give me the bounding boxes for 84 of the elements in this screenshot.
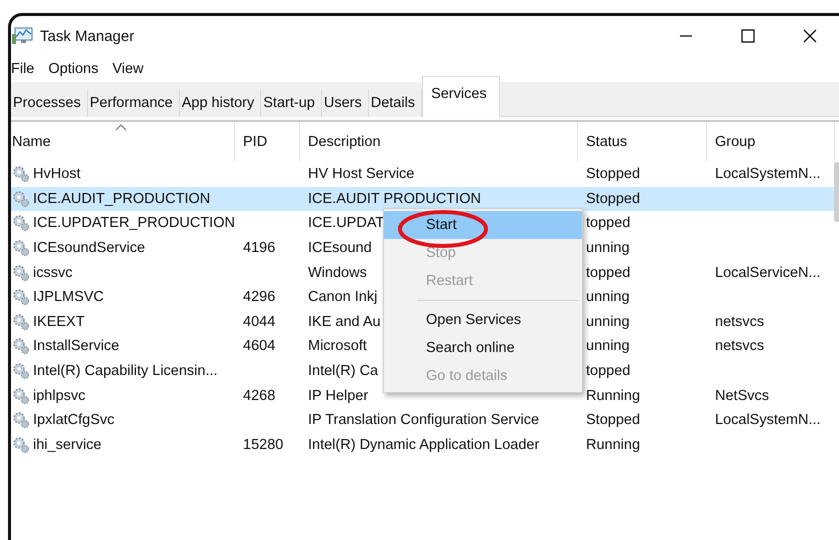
- table-cell: Microsoft: [308, 338, 367, 354]
- table-cell: InstallService: [33, 338, 120, 354]
- context-menu-item[interactable]: Start: [384, 211, 582, 239]
- menu-item[interactable]: View: [112, 61, 150, 77]
- table-cell: IJPLMSVC: [33, 289, 104, 306]
- table-cell: LocalSystemN...: [715, 412, 821, 428]
- table-cell: ICE.AUDIT_PRODUCTION: [33, 190, 210, 207]
- table-cell: NetSvcs: [715, 388, 769, 404]
- tab[interactable]: Performance: [88, 89, 180, 117]
- table-cell: 4604: [243, 338, 276, 354]
- table-cell: 15280: [243, 436, 284, 453]
- window-title: Task Manager: [40, 28, 134, 44]
- tab[interactable]: Details: [368, 89, 422, 117]
- table-cell: Intel(R) Ca: [308, 363, 378, 380]
- table-cell: Intel(R) Dynamic Application Loader: [308, 436, 540, 453]
- table-cell: Stopped: [586, 166, 640, 182]
- table-cell: Canon Inkj: [308, 289, 378, 306]
- tab[interactable]: Users: [322, 89, 369, 117]
- menu-item[interactable]: Options: [48, 61, 104, 77]
- context-menu-item[interactable]: Search online: [384, 334, 582, 362]
- table-cell: HvHost: [33, 166, 81, 182]
- table-cell: HV Host Service: [308, 166, 414, 182]
- service-gear-icon: [12, 165, 30, 184]
- table-cell: ICEsoundService: [33, 240, 146, 256]
- close-icon: [803, 29, 817, 43]
- table-cell: IP Helper: [308, 388, 368, 404]
- table-cell: icssvc: [33, 264, 72, 281]
- service-gear-icon: [12, 288, 30, 306]
- table-cell: Running: [586, 388, 640, 404]
- service-gear-icon: [12, 264, 30, 282]
- table-cell: unning: [586, 240, 630, 256]
- table-cell: 4268: [243, 388, 276, 404]
- table-cell: Stopped: [586, 412, 640, 428]
- column-header[interactable]: PID: [235, 122, 300, 162]
- menu-item[interactable]: File: [11, 61, 40, 77]
- table-cell: ICEsound: [308, 240, 372, 256]
- service-gear-icon: [12, 436, 30, 454]
- tab[interactable]: Services: [422, 76, 500, 117]
- table-cell: topped: [586, 215, 630, 232]
- table-cell: unning: [586, 338, 630, 354]
- service-gear-icon: [12, 362, 30, 380]
- table-cell: Intel(R) Capability Licensin...: [33, 363, 218, 380]
- table-cell: LocalSystemN...: [715, 166, 821, 182]
- table-cell: IpxlatCfgSvc: [33, 412, 114, 428]
- table-cell: IP Translation Configuration Service: [308, 412, 540, 428]
- maximize-icon: [741, 29, 755, 43]
- table-cell: ihi_service: [33, 436, 102, 453]
- table-cell: netsvcs: [715, 314, 764, 330]
- table-cell: 4196: [243, 240, 276, 256]
- column-header[interactable]: Name: [11, 122, 235, 162]
- tab[interactable]: App history: [180, 89, 262, 117]
- table-cell: 4296: [243, 289, 276, 306]
- table-cell: Stopped: [586, 190, 640, 207]
- table-cell: ICE.UPDAT: [308, 215, 384, 232]
- column-header[interactable]: Status: [578, 122, 707, 162]
- sort-caret-icon: [115, 124, 127, 131]
- service-gear-icon: [12, 411, 30, 430]
- service-gear-icon: [12, 239, 30, 258]
- service-gear-icon: [12, 386, 30, 405]
- table-cell: netsvcs: [715, 338, 764, 354]
- service-gear-icon: [12, 337, 30, 356]
- tab[interactable]: Processes: [11, 89, 88, 117]
- table-cell: topped: [586, 264, 630, 281]
- column-header[interactable]: Description: [300, 122, 578, 162]
- table-cell: topped: [586, 363, 630, 380]
- context-menu-item[interactable]: Open Services: [384, 306, 582, 334]
- table-cell: IKE and Au: [308, 314, 381, 330]
- service-gear-icon: [12, 214, 30, 232]
- table-cell: LocalServiceN...: [715, 264, 821, 281]
- service-gear-icon: [12, 312, 30, 331]
- tab[interactable]: Start-up: [261, 89, 322, 117]
- table-cell: Running: [586, 436, 640, 453]
- table-cell: IKEEXT: [33, 314, 85, 330]
- table-cell: ICE.UPDATER_PRODUCTION: [33, 215, 235, 232]
- table-cell: ICE.AUDIT PRODUCTION: [308, 190, 481, 207]
- table-cell: unning: [586, 289, 630, 306]
- monitor-chart-icon: [12, 26, 34, 46]
- table-cell: iphlpsvc: [33, 388, 86, 404]
- table-cell: 4044: [243, 314, 276, 330]
- table-cell: unning: [586, 314, 630, 330]
- column-header[interactable]: Group: [707, 122, 835, 162]
- table-cell: Windows: [308, 264, 367, 281]
- service-gear-icon: [12, 190, 30, 208]
- scrollbar-thumb[interactable]: [834, 162, 839, 222]
